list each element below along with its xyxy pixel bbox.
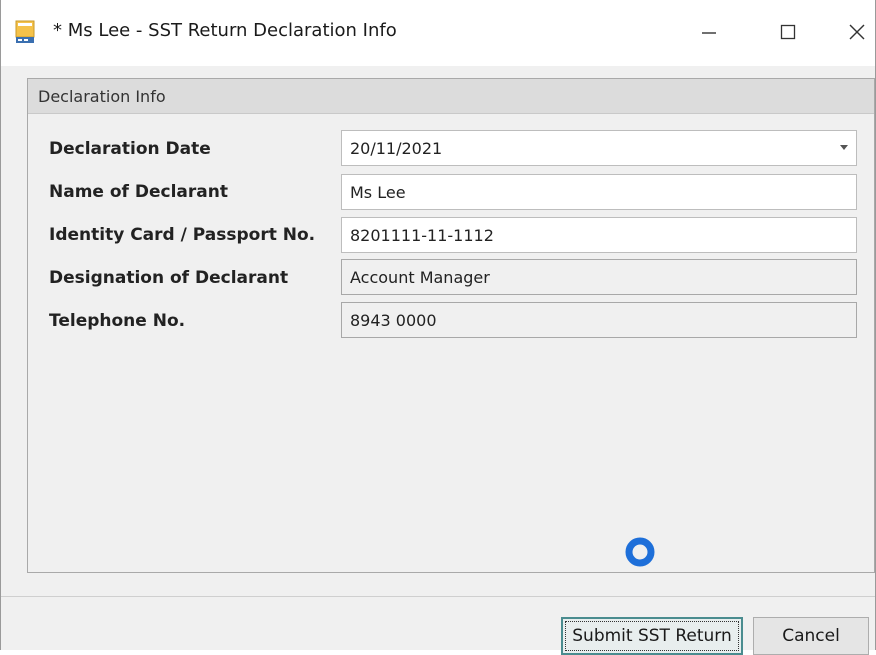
panel-header: Declaration Info <box>28 79 874 114</box>
name-of-declarant-input[interactable] <box>341 174 857 210</box>
footer-divider <box>1 596 875 597</box>
maximize-button[interactable] <box>765 10 811 54</box>
close-button[interactable] <box>837 10 876 54</box>
panel-header-label: Declaration Info <box>38 87 166 106</box>
close-icon <box>849 24 865 40</box>
declaration-date-picker[interactable]: 20/11/2021 <box>341 130 857 166</box>
minimize-button[interactable] <box>686 10 732 54</box>
dialog-window: * Ms Lee - SST Return Declaration Info D… <box>0 0 876 655</box>
cancel-button[interactable]: Cancel <box>753 617 869 655</box>
identity-card-input[interactable] <box>341 217 857 253</box>
loading-spinner-icon <box>625 537 655 567</box>
minimize-icon <box>702 32 716 34</box>
telephone-label: Telephone No. <box>49 311 186 331</box>
name-of-declarant-label: Name of Declarant <box>49 182 228 202</box>
chevron-down-icon <box>840 145 848 150</box>
identity-card-label: Identity Card / Passport No. <box>49 225 316 245</box>
title-bar[interactable]: * Ms Lee - SST Return Declaration Info <box>1 0 875 66</box>
date-dropdown-button[interactable] <box>832 131 856 165</box>
app-document-icon <box>15 20 35 43</box>
designation-input[interactable] <box>341 259 857 295</box>
submit-sst-return-button[interactable]: Submit SST Return <box>561 617 743 655</box>
window-title: * Ms Lee - SST Return Declaration Info <box>53 20 397 41</box>
designation-label: Designation of Declarant <box>49 268 289 288</box>
maximize-icon <box>780 24 796 40</box>
declaration-date-label: Declaration Date <box>49 139 211 159</box>
declaration-date-value: 20/11/2021 <box>350 139 443 158</box>
telephone-input[interactable] <box>341 302 857 338</box>
